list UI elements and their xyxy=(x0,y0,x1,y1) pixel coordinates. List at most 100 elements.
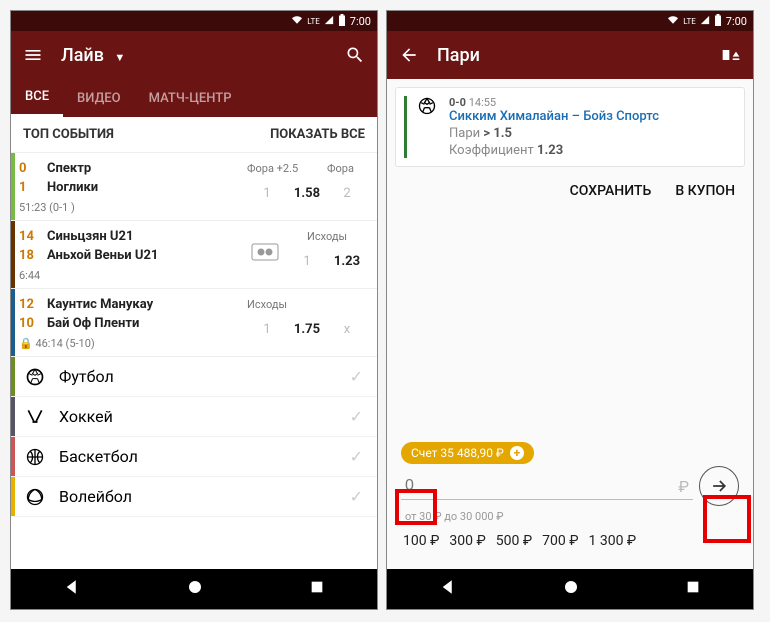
bet-card[interactable]: 0-0 14:55 Сикким Хималайан – Бойз Спортс… xyxy=(395,87,745,167)
coupon-button[interactable]: В КУПОН xyxy=(675,183,735,199)
tv-icon[interactable] xyxy=(247,241,283,263)
check-icon: ✓ xyxy=(350,447,363,466)
quick-amount[interactable]: 100 ₽ xyxy=(403,533,439,549)
home-button[interactable] xyxy=(186,578,204,600)
page-title[interactable]: Лайв ▼ xyxy=(61,45,125,66)
back-button[interactable] xyxy=(439,578,457,600)
odds-header: Исходы xyxy=(287,227,367,245)
football-icon xyxy=(25,367,45,387)
odds-cell[interactable]: 1.23 xyxy=(327,245,367,277)
recent-button[interactable] xyxy=(309,579,325,599)
header: Пари xyxy=(387,31,753,79)
sport-item-football[interactable]: Футбол ✓ xyxy=(11,357,377,397)
match-time: 🔒 46:14 (5-10) xyxy=(19,333,247,350)
android-navbar xyxy=(11,569,377,609)
quick-amount[interactable]: 300 ₽ xyxy=(449,533,485,549)
team-name: Каунтис Манукау xyxy=(47,297,153,312)
score: 0 xyxy=(19,161,39,176)
score: 12 xyxy=(19,297,39,312)
team-name: Ноглики xyxy=(47,180,98,195)
page-title: Пари xyxy=(437,45,480,66)
match-time: 6:44 xyxy=(19,265,247,282)
bet-bottom-panel: Счет 35 488,90 ₽ + ₽ от 30 ₽ до 30 000 ₽… xyxy=(395,438,745,561)
tab-all[interactable]: ВСЕ xyxy=(11,79,63,117)
odds-cell[interactable]: 1 xyxy=(247,313,287,345)
volleyball-icon xyxy=(25,487,45,507)
signal-icon xyxy=(324,15,334,28)
search-icon[interactable] xyxy=(345,45,365,65)
sport-label: Хоккей xyxy=(59,407,113,426)
match-row[interactable]: 14 Синьцзян U21 18 Аньхой Веньи U21 6:44 И… xyxy=(11,220,377,288)
quick-amount[interactable]: 1 300 ₽ xyxy=(589,533,637,549)
back-button[interactable] xyxy=(63,578,81,600)
score: 18 xyxy=(19,248,39,263)
tab-video[interactable]: ВИДЕО xyxy=(63,79,135,117)
recent-button[interactable] xyxy=(685,579,701,599)
hockey-icon xyxy=(25,407,45,427)
check-icon: ✓ xyxy=(350,487,363,506)
header: Лайв ▼ ВСЕ ВИДЕО МАТЧ-ЦЕНТР xyxy=(11,31,377,117)
battery-icon xyxy=(714,14,722,29)
top-events-header: ТОП СОБЫТИЯ ПОКАЗАТЬ ВСЕ xyxy=(11,117,377,152)
odds-cell[interactable]: 1 xyxy=(247,177,287,209)
score: 14 xyxy=(19,229,39,244)
basketball-icon xyxy=(25,447,45,467)
clock: 7:00 xyxy=(726,15,747,28)
coef-value: 1.23 xyxy=(537,143,563,158)
save-button[interactable]: СОХРАНИТЬ xyxy=(570,183,652,199)
sport-label: Волейбол xyxy=(59,487,132,506)
sport-item-hockey[interactable]: Хоккей ✓ xyxy=(11,397,377,437)
menu-icon[interactable] xyxy=(23,45,43,65)
statusbar: LTE 7:00 xyxy=(11,11,377,31)
odds-header: Фора xyxy=(327,159,367,177)
odds-cell[interactable]: 1 xyxy=(287,245,327,277)
screen-bet: LTE 7:00 Пари 0-0 14:55 Сикким Хималайан… xyxy=(386,10,754,610)
back-icon[interactable] xyxy=(399,45,419,65)
top-events-label: ТОП СОБЫТИЯ xyxy=(23,127,114,142)
check-icon: ✓ xyxy=(350,407,363,426)
tabs: ВСЕ ВИДЕО МАТЧ-ЦЕНТР xyxy=(11,79,377,117)
sport-item-volleyball[interactable]: Волейбол ✓ xyxy=(11,477,377,517)
sport-label: Футбол xyxy=(59,367,114,386)
wifi-icon xyxy=(667,15,679,28)
balance-pill[interactable]: Счет 35 488,90 ₽ + xyxy=(401,442,534,464)
amount-input[interactable] xyxy=(401,473,693,500)
score: 10 xyxy=(19,316,39,331)
quick-amount[interactable]: 700 ₽ xyxy=(542,533,578,549)
sport-list: Футбол ✓ Хоккей ✓ Баскетбол ✓ Волейбол ✓ xyxy=(11,356,377,517)
limits-text: от 30 ₽ до 30 000 ₽ xyxy=(395,508,745,525)
team-name: Аньхой Веньи U21 xyxy=(47,248,158,263)
coef-label: Коэффициент xyxy=(449,143,534,158)
score: 1 xyxy=(19,180,39,195)
odds-cell[interactable]: 1.75 xyxy=(287,313,327,345)
sport-label: Баскетбол xyxy=(59,447,138,466)
odds-cell[interactable]: 2 xyxy=(327,177,367,209)
statusbar: LTE 7:00 xyxy=(387,11,753,31)
content: ТОП СОБЫТИЯ ПОКАЗАТЬ ВСЕ 0Спектр 1Ноглик… xyxy=(11,117,377,569)
network-label: LTE xyxy=(307,17,320,26)
chevron-down-icon: ▼ xyxy=(114,51,125,64)
screen-live: LTE 7:00 Лайв ▼ ВСЕ ВИДЕО МАТЧ-ЦЕНТР xyxy=(10,10,378,610)
android-navbar xyxy=(387,569,753,609)
wifi-icon xyxy=(291,15,303,28)
plus-icon: + xyxy=(510,446,524,460)
bet-match-name: Сикким Хималайан – Бойз Спортс xyxy=(449,109,736,124)
sport-item-basketball[interactable]: Баскетбол ✓ xyxy=(11,437,377,477)
home-button[interactable] xyxy=(562,578,580,600)
network-label: LTE xyxy=(683,17,696,26)
quick-amounts: 100 ₽ 300 ₽ 500 ₽ 700 ₽ 1 300 ₽ xyxy=(395,525,745,557)
bet-value: > 1.5 xyxy=(483,126,512,141)
bet-actions: СОХРАНИТЬ В КУПОН xyxy=(395,167,745,215)
show-all-link[interactable]: ПОКАЗАТЬ ВСЕ xyxy=(270,127,365,142)
currency-label: ₽ xyxy=(678,477,689,496)
match-row[interactable]: 12 Каунтис Манукау 10 Бай Оф Пленти 🔒 46:1… xyxy=(11,288,377,356)
match-row[interactable]: 0Спектр 1Ноглики 51:23 (0-1 ) Фора +2.5 … xyxy=(11,152,377,220)
submit-button[interactable] xyxy=(699,466,739,506)
header-actions-icon[interactable] xyxy=(721,48,741,62)
odds-cell[interactable]: x xyxy=(327,313,367,345)
quick-amount[interactable]: 500 ₽ xyxy=(496,533,532,549)
tab-match-center[interactable]: МАТЧ-ЦЕНТР xyxy=(135,79,246,117)
team-name: Бай Оф Пленти xyxy=(47,316,139,331)
odds-cell[interactable]: 1.58 xyxy=(287,177,327,209)
team-name: Синьцзян U21 xyxy=(47,229,133,244)
